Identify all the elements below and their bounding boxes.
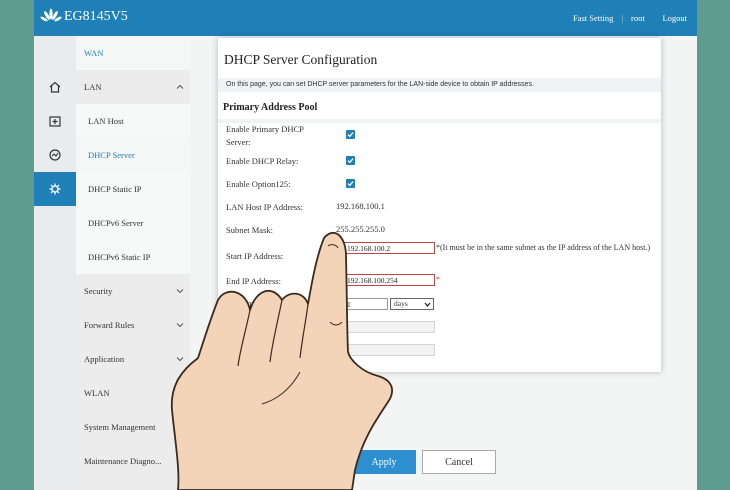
fast-setting-link[interactable]: Fast Setting bbox=[573, 13, 613, 23]
apply-button[interactable]: Apply bbox=[352, 450, 416, 474]
nav-wlan-label: WLAN bbox=[84, 388, 110, 398]
home-icon bbox=[49, 81, 61, 93]
logout-link[interactable]: Logout bbox=[662, 13, 687, 23]
nav-system-management[interactable]: System Management bbox=[76, 410, 190, 444]
chevron-down-icon bbox=[176, 357, 184, 362]
enable-primary-label: Enable Primary DHCP Server: bbox=[226, 124, 304, 147]
lease-time-input[interactable]: 1 bbox=[343, 298, 388, 310]
lease-time-label: Lease Time: bbox=[226, 300, 268, 310]
chevron-up-icon bbox=[176, 84, 184, 89]
gear-icon bbox=[49, 183, 61, 195]
nav-application[interactable]: Application bbox=[76, 342, 190, 376]
enable-option125-checkbox[interactable] bbox=[346, 179, 355, 188]
section-title: Primary Address Pool bbox=[223, 102, 318, 113]
page-description: On this page, you can set DHCP server pa… bbox=[218, 78, 661, 92]
nav-application-label: Application bbox=[84, 354, 125, 364]
start-ip-input[interactable]: 192.168.100.2 bbox=[343, 242, 435, 254]
nav-dhcp-server[interactable]: DHCP Server bbox=[76, 138, 190, 172]
nav-lan-host-label: LAN Host bbox=[88, 116, 124, 126]
page-title: DHCP Server Configuration bbox=[224, 52, 378, 67]
huawei-logo-icon bbox=[40, 8, 62, 22]
cancel-button[interactable]: Cancel bbox=[422, 450, 496, 474]
enable-relay-label: Enable DHCP Relay: bbox=[226, 156, 299, 166]
lan-host-ip-label: LAN Host IP Address: bbox=[226, 202, 303, 212]
nav-dhcpv6-server-label: DHCPv6 Server bbox=[88, 218, 144, 228]
icon-rail bbox=[34, 36, 82, 490]
chevron-down-icon bbox=[424, 302, 431, 308]
nav-security[interactable]: Security bbox=[76, 274, 190, 308]
end-ip-required-mark: * bbox=[436, 275, 440, 284]
side-nav: WAN LAN LAN Host DHCP Server DHCP Static… bbox=[76, 36, 190, 490]
nav-dhcp-static-ip-label: DHCP Static IP bbox=[88, 184, 142, 194]
nav-maintenance-label: Maintenance Diagno... bbox=[84, 456, 162, 466]
nav-dhcp-static-ip[interactable]: DHCP Static IP bbox=[76, 172, 190, 206]
rail-home[interactable] bbox=[34, 70, 76, 104]
nav-dhcpv6-static-ip[interactable]: DHCPv6 Static IP bbox=[76, 240, 190, 274]
checkmark-icon bbox=[347, 158, 354, 164]
nav-lan-label: LAN bbox=[84, 82, 102, 92]
nav-forward-rules-label: Forward Rules bbox=[84, 320, 135, 330]
dhcp-config-panel: DHCP Server Configuration On this page, … bbox=[218, 38, 661, 372]
nav-forward-rules[interactable]: Forward Rules bbox=[76, 308, 190, 342]
rail-settings[interactable] bbox=[34, 172, 82, 206]
end-ip-label: End IP Address: bbox=[226, 276, 281, 286]
subnet-mask-value: 255.255.255.0 bbox=[336, 224, 385, 234]
nav-dhcp-server-label: DHCP Server bbox=[88, 150, 135, 160]
enable-relay-checkbox[interactable] bbox=[346, 156, 355, 165]
chevron-down-icon bbox=[176, 323, 184, 328]
nav-dhcpv6-server[interactable]: DHCPv6 Server bbox=[76, 206, 190, 240]
nav-maintenance[interactable]: Maintenance Diagno... bbox=[76, 444, 190, 478]
add-icon bbox=[49, 116, 61, 127]
nav-lan-host[interactable]: LAN Host bbox=[76, 104, 190, 138]
user-name: root bbox=[631, 13, 645, 23]
enable-primary-checkbox[interactable] bbox=[346, 130, 355, 139]
nav-wan[interactable]: WAN bbox=[76, 36, 190, 70]
rail-add[interactable] bbox=[34, 104, 76, 138]
lease-unit-select[interactable]: days bbox=[390, 298, 434, 310]
top-links: Fast Setting | root | Logout bbox=[573, 13, 687, 23]
row-start-ip: Start IP Address: 192.168.100.2 *(It mus… bbox=[226, 242, 656, 272]
start-ip-label: Start IP Address: bbox=[226, 251, 284, 261]
top-bar: EG8145V5 Fast Setting | root | Logout bbox=[34, 0, 697, 36]
subnet-mask-label: Subnet Mask: bbox=[226, 225, 273, 235]
nav-wan-label: WAN bbox=[84, 48, 104, 58]
lan-host-ip-value: 192.168.100.1 bbox=[336, 201, 385, 211]
checkmark-icon bbox=[347, 181, 354, 187]
chevron-down-icon bbox=[176, 289, 184, 294]
start-ip-hint: *(It must be in the same subnet as the I… bbox=[436, 243, 651, 252]
enable-option125-label: Enable Option125: bbox=[226, 179, 291, 189]
secondary-dns-input bbox=[343, 344, 435, 356]
brand-name: EG8145V5 bbox=[64, 9, 128, 24]
nav-system-management-label: System Management bbox=[84, 422, 156, 432]
brand-logo: EG8145V5 bbox=[40, 8, 128, 26]
nav-dhcpv6-static-ip-label: DHCPv6 Static IP bbox=[88, 252, 151, 262]
nav-wlan[interactable]: WLAN bbox=[76, 376, 190, 410]
end-ip-input[interactable]: 192.168.100.254 bbox=[343, 274, 435, 286]
rail-dashboard[interactable] bbox=[34, 138, 76, 172]
primary-dns-input bbox=[343, 321, 435, 333]
divider: | bbox=[621, 13, 624, 23]
nav-lan[interactable]: LAN bbox=[76, 70, 190, 104]
nav-security-label: Security bbox=[84, 286, 113, 296]
primary-dns-label: Primary bbox=[226, 323, 254, 333]
checkmark-icon bbox=[347, 132, 354, 138]
lease-unit-value: days bbox=[394, 299, 408, 308]
dashboard-icon bbox=[49, 149, 61, 161]
